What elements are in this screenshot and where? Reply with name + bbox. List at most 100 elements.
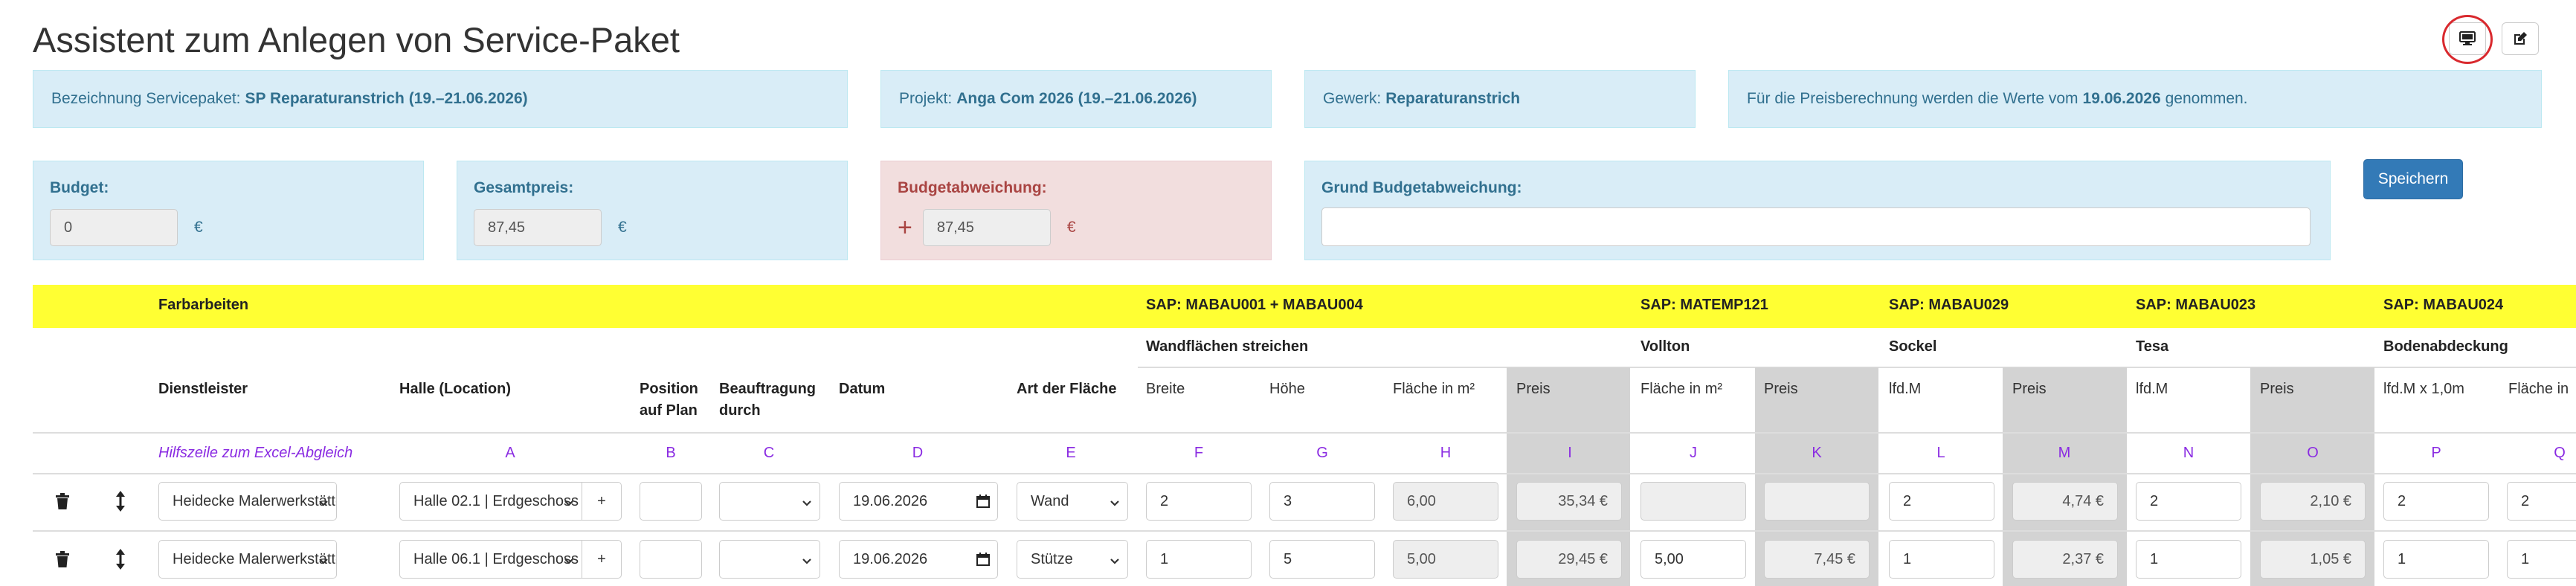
info-bezeichnung: Bezeichnung Servicepaket: SP Reparaturans… [33,70,848,128]
info-gewerk: Gewerk: Reparaturanstrich [1304,70,1696,128]
halle-select[interactable]: Halle 06.1 | Erdgeschoss [399,540,582,579]
helper-row-label: Hilfszeile zum Excel-Abgleich [158,445,353,461]
preis-field: 35,34 € [1516,482,1622,521]
helper-letter-a: A [505,445,515,461]
beauftragung-select[interactable] [719,482,820,521]
col-halle: Halle (Location) [399,381,512,397]
position-input[interactable] [640,482,702,521]
dienstleister-select[interactable]: Heidecke Malerwerkstätte [158,482,337,521]
boden-flaeche-input[interactable]: 2 [2507,482,2576,521]
boden-lfd-input[interactable]: 2 [2383,482,2489,521]
position-input[interactable] [640,540,702,579]
col-position-2: auf Plan [640,402,698,419]
chevron-down-icon [802,554,812,564]
art-select[interactable]: Wand [1017,482,1128,521]
vollton-flaeche-input[interactable]: 5,00 [1640,540,1746,579]
helper-letter-c: C [763,445,775,461]
vollton-flaeche-input[interactable] [1640,482,1746,521]
tesa-preis-field: 2,10 € [2260,482,2366,521]
sockel-preis-field: 2,37 € [2012,540,2118,579]
beauftragung-select[interactable] [719,540,820,579]
helper-letter-h: H [1440,445,1452,461]
helper-letter-q: Q [2554,445,2566,461]
dienstleister-select[interactable]: Heidecke Malerwerkstätte [158,540,337,579]
col-dienstleister: Dienstleister [158,381,248,397]
budgetabweichung-panel: Budgetabweichung: +87,45 € [880,161,1272,260]
halle-select[interactable]: Halle 02.1 | Erdgeschoss [399,482,582,521]
col-position: Position [640,381,698,397]
col-tesa-preis: Preis [2260,381,2294,397]
tesa-preis-field: 1,05 € [2260,540,2366,579]
tesa-lfd-input[interactable]: 2 [2136,482,2241,521]
boden-lfd-input[interactable]: 1 [2383,540,2489,579]
gesamtpreis-panel: Gesamtpreis: 87,45 € [457,161,848,260]
chevron-down-icon [802,496,812,506]
preis-field: 29,45 € [1516,540,1622,579]
save-button[interactable]: Speichern [2363,159,2463,199]
subgroup-wand: Wandflächen streichen [1146,338,1309,355]
chevron-down-icon [318,554,329,564]
edit-button[interactable] [2502,22,2539,55]
col-boden-flaeche: Fläche in [2508,381,2569,397]
helper-letter-e: E [1066,445,1076,461]
add-halle-button[interactable]: + [582,482,622,521]
calendar-icon [976,495,990,508]
trash-icon[interactable] [52,549,73,570]
col-tesa-lfd: lfd.M [2136,381,2168,397]
group-sap-matemp121: SAP: MATEMP121 [1640,297,1768,313]
plus-icon: + [898,213,912,242]
helper-letter-g: G [1316,445,1328,461]
tesa-lfd-input[interactable]: 1 [2136,540,2241,579]
helper-letter-f: F [1194,445,1204,461]
col-datum: Datum [839,381,886,397]
info-projekt: Projekt: Anga Com 2026 (19.–21.06.2026) [880,70,1272,128]
sockel-lfd-input[interactable]: 1 [1889,540,1994,579]
trash-icon[interactable] [52,491,73,512]
sockel-lfd-input[interactable]: 2 [1889,482,1994,521]
sockel-preis-field: 4,74 € [2012,482,2118,521]
add-halle-button[interactable]: + [582,540,622,579]
helper-letter-p: P [2431,445,2441,461]
col-breite: Breite [1146,381,1185,397]
move-icon[interactable] [110,489,131,513]
chevron-down-icon [1110,554,1120,564]
col-hoehe: Höhe [1269,381,1305,397]
group-sap-mabau001: SAP: MABAU001 + MABAU004 [1146,297,1363,313]
budget-input[interactable]: 0 [50,209,178,246]
grund-input[interactable] [1321,207,2311,246]
helper-letter-i: I [1568,445,1572,461]
datum-input[interactable]: 19.06.2026 [839,540,998,579]
helper-letter-o: O [2307,445,2319,461]
hoehe-input[interactable]: 3 [1269,482,1375,521]
chevron-down-icon [564,554,574,564]
vollton-preis-field [1764,482,1870,521]
boden-flaeche-input[interactable]: 1 [2507,540,2576,579]
group-farbarbeiten: Farbarbeiten [158,297,249,313]
page-title: Assistent zum Anlegen von Service-Paket [33,20,680,59]
helper-letter-b: B [666,445,676,461]
flaeche-field: 5,00 [1393,540,1498,579]
breite-input[interactable]: 1 [1146,540,1252,579]
art-select[interactable]: Stütze [1017,540,1128,579]
highlight-circle [2442,15,2493,64]
calendar-icon [976,553,990,566]
col-sockel-preis: Preis [2012,381,2047,397]
chevron-down-icon [1110,496,1120,506]
budget-panel: Budget: 0 € [33,161,424,260]
helper-letter-l: L [1936,445,1945,461]
hoehe-input[interactable]: 5 [1269,540,1375,579]
gesamtpreis-input[interactable]: 87,45 [474,209,602,246]
subgroup-vollton: Vollton [1640,338,1690,355]
chevron-down-icon [318,496,329,506]
subgroup-boden: Bodenabdeckung [2383,338,2508,355]
datum-input[interactable]: 19.06.2026 [839,482,998,521]
flaeche-field: 6,00 [1393,482,1498,521]
col-sockel-lfd: lfd.M [1889,381,1922,397]
move-icon[interactable] [110,547,131,571]
helper-letter-n: N [2183,445,2195,461]
group-sap-mabau024: SAP: MABAU024 [2383,297,2504,313]
breite-input[interactable]: 2 [1146,482,1252,521]
col-art: Art der Fläche [1017,381,1117,397]
abweichung-input[interactable]: 87,45 [922,209,1051,246]
chevron-down-icon [564,496,574,506]
